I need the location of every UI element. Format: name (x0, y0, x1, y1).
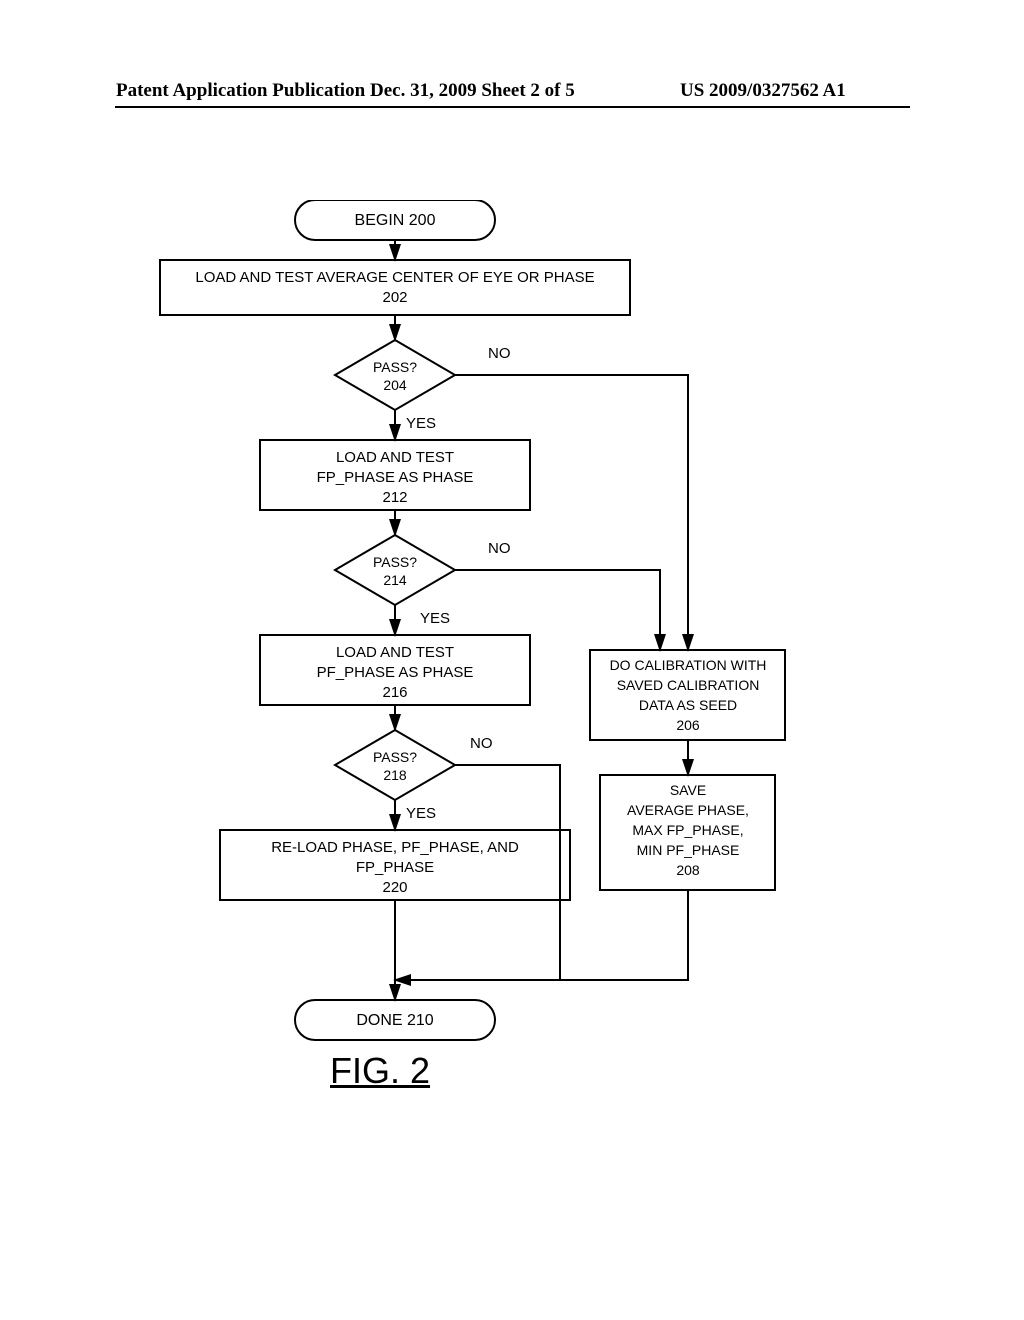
b220-line2: FP_PHASE (356, 859, 434, 876)
process-202: LOAD AND TEST AVERAGE CENTER OF EYE OR P… (160, 260, 630, 315)
b206-line4: 206 (676, 717, 700, 733)
process-212: LOAD AND TEST FP_PHASE AS PHASE 212 (260, 440, 530, 510)
b202-line1: LOAD AND TEST AVERAGE CENTER OF EYE OR P… (195, 269, 594, 286)
terminator-done: DONE 210 (295, 1000, 495, 1040)
decision-204: PASS? 204 (335, 340, 455, 410)
process-220: RE-LOAD PHASE, PF_PHASE, AND FP_PHASE 22… (220, 830, 570, 900)
header-rule (115, 106, 910, 108)
b220-line1: RE-LOAD PHASE, PF_PHASE, AND (271, 839, 519, 856)
b206-line3: DATA AS SEED (639, 697, 737, 713)
b208-line2: AVERAGE PHASE, (627, 802, 749, 818)
d214-line1: PASS? (373, 554, 417, 570)
b212-line2: FP_PHASE AS PHASE (317, 469, 474, 486)
decision-214: PASS? 214 (335, 535, 455, 605)
header-right: US 2009/0327562 A1 (680, 80, 846, 102)
arrow-no-204 (455, 375, 688, 650)
figure-label: FIG. 2 (330, 1050, 430, 1092)
b212-line1: LOAD AND TEST (336, 449, 454, 466)
b212-line3: 212 (382, 489, 407, 506)
process-216: LOAD AND TEST PF_PHASE AS PHASE 216 (260, 635, 530, 705)
header-center: Dec. 31, 2009 Sheet 2 of 5 (370, 80, 575, 102)
decision-218: PASS? 218 (335, 730, 455, 800)
d214-line2: 214 (383, 572, 407, 588)
process-206: DO CALIBRATION WITH SAVED CALIBRATION DA… (590, 650, 785, 740)
no-label-214: NO (488, 540, 511, 557)
flowchart: BEGIN 200 LOAD AND TEST AVERAGE CENTER O… (0, 200, 1024, 1080)
b216-line3: 216 (382, 684, 407, 701)
b216-line2: PF_PHASE AS PHASE (317, 664, 474, 681)
arrow-no-214 (455, 570, 660, 650)
b202-line2: 202 (382, 289, 407, 306)
d204-line2: 204 (383, 377, 407, 393)
d218-line2: 218 (383, 767, 407, 783)
yes-label: YES (406, 415, 436, 432)
b216-line1: LOAD AND TEST (336, 644, 454, 661)
header-left: Patent Application Publication (116, 80, 365, 102)
process-208: SAVE AVERAGE PHASE, MAX FP_PHASE, MIN PF… (600, 775, 775, 890)
b208-line3: MAX FP_PHASE, (632, 822, 743, 838)
begin-label: BEGIN 200 (355, 212, 436, 229)
terminator-begin: BEGIN 200 (295, 200, 495, 240)
no-label: NO (488, 345, 511, 362)
b206-line1: DO CALIBRATION WITH (610, 657, 767, 673)
b208-line1: SAVE (670, 782, 706, 798)
d204-line1: PASS? (373, 359, 417, 375)
path-208-done (395, 890, 688, 980)
b208-line4: MIN PF_PHASE (637, 842, 740, 858)
b208-line5: 208 (676, 862, 700, 878)
no-label-218: NO (470, 735, 493, 752)
page: Patent Application Publication Dec. 31, … (0, 0, 1024, 1320)
yes-label-218: YES (406, 805, 436, 822)
done-label: DONE 210 (356, 1012, 433, 1029)
yes-label-214: YES (420, 610, 450, 627)
b220-line3: 220 (382, 879, 407, 896)
d218-line1: PASS? (373, 749, 417, 765)
b206-line2: SAVED CALIBRATION (617, 677, 760, 693)
